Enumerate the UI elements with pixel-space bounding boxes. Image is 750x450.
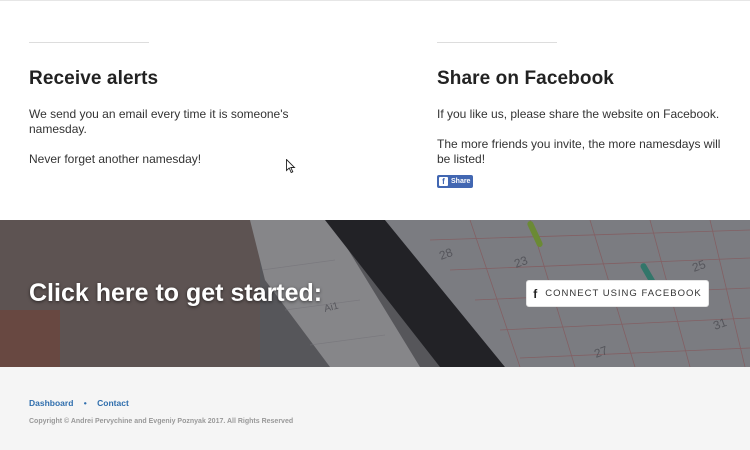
footer-links: Dashboard • Contact — [29, 398, 129, 408]
feature-text: Never forget another namesday! — [29, 152, 202, 166]
feature-receive-alerts: Receive alerts We send you an email ever… — [29, 42, 319, 167]
facebook-f-icon: f — [533, 286, 539, 301]
facebook-share-button[interactable]: f Share — [437, 175, 474, 188]
copyright-text: Copyright © Andrei Pervychine and Evgeni… — [29, 418, 294, 425]
footer: Dashboard • Contact Copyright © Andrei P… — [0, 367, 750, 450]
footer-separator: • — [83, 398, 87, 408]
feature-divider — [29, 42, 149, 43]
mouse-cursor-icon — [286, 159, 296, 174]
facebook-icon: f — [439, 177, 448, 186]
feature-share-facebook: Share on Facebook If you like us, please… — [437, 42, 727, 189]
connect-facebook-label: CONNECT USING FACEBOOK — [545, 288, 702, 299]
feature-title: Share on Facebook — [437, 68, 614, 89]
feature-text: The more friends you invite, the more na… — [437, 137, 721, 166]
get-started-heading: Click here to get started: — [29, 279, 323, 307]
feature-title: Receive alerts — [29, 68, 159, 89]
feature-divider — [437, 42, 557, 43]
features-section: Receive alerts We send you an email ever… — [0, 0, 750, 220]
get-started-banner: 28 23 Ai1 27 25 31 Click here to get sta… — [0, 220, 750, 367]
footer-link-contact[interactable]: Contact — [97, 398, 129, 408]
connect-facebook-button[interactable]: f CONNECT USING FACEBOOK — [526, 280, 709, 307]
feature-text: We send you an email every time it is so… — [29, 107, 289, 136]
footer-link-dashboard[interactable]: Dashboard — [29, 398, 73, 408]
feature-text: If you like us, please share the website… — [437, 107, 720, 121]
share-label: Share — [451, 178, 471, 185]
